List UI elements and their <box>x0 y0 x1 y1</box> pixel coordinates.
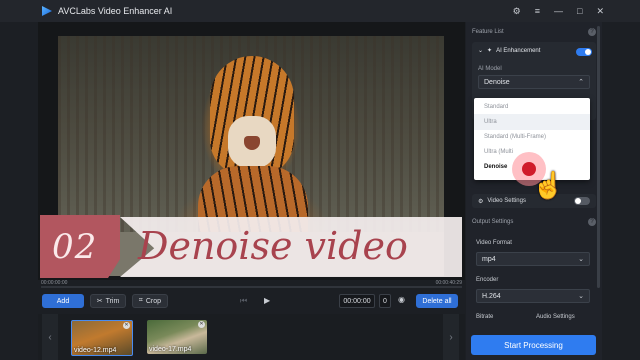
ai-model-select[interactable]: Denoise ⌃ <box>478 75 590 89</box>
ai-model-value: Denoise <box>484 78 510 86</box>
frame-count-input[interactable]: 0 <box>379 294 391 308</box>
file-name: video-12.mp4 <box>74 347 117 354</box>
add-label: Add <box>56 297 70 305</box>
trim-label: Trim <box>105 297 120 305</box>
ai-enhancement-toggle[interactable] <box>576 48 592 56</box>
timeline-track[interactable] <box>41 286 462 288</box>
video-settings-toggle[interactable] <box>574 197 590 205</box>
output-settings-header: Output Settings <box>472 219 514 225</box>
remove-file-icon[interactable]: ✕ <box>123 322 130 329</box>
toggle-knob <box>575 198 581 204</box>
settings-icon[interactable]: ⚙ <box>513 6 521 17</box>
close-icon[interactable]: ✕ <box>596 6 604 17</box>
toggle-knob <box>585 49 591 55</box>
step-banner: 02 Denoise video <box>38 215 463 278</box>
ai-model-label: AI Model <box>478 66 502 72</box>
hand-pointer-icon: ☝ <box>532 170 565 200</box>
chevron-up-icon: ⌃ <box>578 79 584 86</box>
help-icon[interactable]: ? <box>588 218 596 226</box>
chevron-down-icon: ⌄ <box>578 293 584 300</box>
video-settings-icon: ⚙ <box>478 198 484 205</box>
minimize-icon[interactable]: — <box>554 6 563 16</box>
ai-sparkle-icon: ✦ <box>487 48 493 54</box>
delete-all-button[interactable]: Delete all <box>416 294 458 308</box>
audio-settings-label: Audio Settings <box>536 314 575 320</box>
model-option-ultra[interactable]: Ultra <box>484 119 497 125</box>
trim-button[interactable]: ✂ Trim <box>90 294 126 308</box>
file-name: video-17.mp4 <box>149 346 192 353</box>
encoder-value: H.264 <box>482 292 501 300</box>
model-option-standard-multi-frame[interactable]: Standard (Multi-Frame) <box>484 134 546 140</box>
time-input[interactable]: 00:00:00 <box>339 294 375 308</box>
panel-scrollbar[interactable] <box>597 26 600 288</box>
delete-all-label: Delete all <box>422 297 452 305</box>
add-button[interactable]: Add <box>42 294 84 308</box>
video-format-label: Video Format <box>476 240 512 246</box>
file-thumbnail[interactable]: ✕ video-17.mp4 <box>147 320 207 354</box>
scroll-right-icon[interactable]: › <box>443 314 459 360</box>
crop-icon: ⌗ <box>138 297 143 304</box>
ai-enhancement-row: ⌄ ✦ AI Enhancement <box>478 47 541 55</box>
start-processing-button[interactable]: Start Processing <box>471 335 596 355</box>
chevron-down-icon: ⌄ <box>578 256 584 263</box>
help-icon[interactable]: ? <box>588 28 596 36</box>
timeline[interactable]: 00:00:00:00 00:00:40:29 <box>38 280 465 288</box>
model-option-ultra-multi-frame[interactable]: Ultra (Multi <box>484 149 513 155</box>
file-strip: ‹ ✕ video-12.mp4 ✕ video-17.mp4 › <box>38 314 465 360</box>
crop-label: Crop <box>145 297 162 305</box>
video-format-select[interactable]: mp4 ⌄ <box>476 252 590 266</box>
title-bar: AVCLabs Video Enhancer AI ⚙ ≡ — □ ✕ <box>0 0 640 22</box>
model-option-standard[interactable]: Standard <box>484 104 508 110</box>
window-controls: ⚙ ≡ — □ ✕ <box>513 0 604 22</box>
play-icon[interactable]: ▶ <box>264 296 270 305</box>
video-settings-label: Video Settings <box>487 198 526 204</box>
banner-number: 02 <box>52 227 98 267</box>
preview-eye-icon[interactable]: ◉ <box>398 295 405 304</box>
menu-icon[interactable]: ≡ <box>535 6 540 16</box>
encoder-label: Encoder <box>476 277 499 283</box>
remove-file-icon[interactable]: ✕ <box>198 321 205 328</box>
maximize-icon[interactable]: □ <box>577 6 582 16</box>
encoder-select[interactable]: H.264 ⌄ <box>476 289 590 303</box>
previous-frame-icon[interactable]: ⏮ <box>240 296 247 306</box>
crop-button[interactable]: ⌗ Crop <box>132 294 168 308</box>
playback-controls: Add ✂ Trim ⌗ Crop ⏮ ▶ 00:00:00 0 ◉ Delete … <box>38 292 465 310</box>
model-option-denoise[interactable]: Denoise <box>484 164 507 170</box>
bitrate-label: Bitrate <box>476 314 494 320</box>
video-format-value: mp4 <box>482 255 496 263</box>
ai-enhancement-label: AI Enhancement <box>496 47 541 54</box>
banner-title: Denoise video <box>138 224 408 268</box>
app-logo-icon <box>42 6 52 16</box>
app-title: AVCLabs Video Enhancer AI <box>58 6 173 16</box>
feature-list-header: Feature List <box>472 29 504 35</box>
file-thumbnail[interactable]: ✕ video-12.mp4 <box>71 320 133 356</box>
scroll-left-icon[interactable]: ‹ <box>42 314 58 360</box>
chevron-down-icon[interactable]: ⌄ <box>478 47 483 54</box>
trim-icon: ✂ <box>96 298 103 305</box>
